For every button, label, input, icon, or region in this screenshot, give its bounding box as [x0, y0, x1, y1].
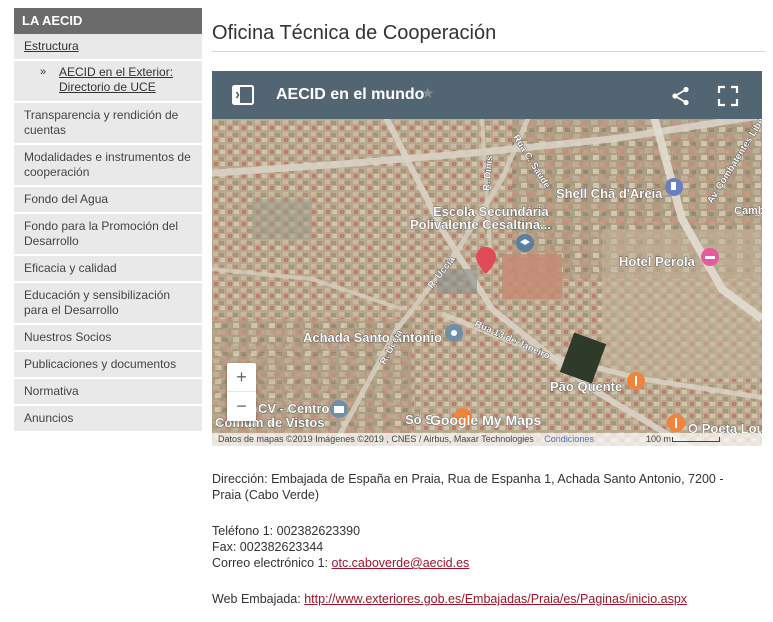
address-label: Dirección:	[212, 472, 268, 486]
sidebar-item-aecid-exterior[interactable]: » AECID en el Exterior: Directorio de UC…	[14, 61, 202, 103]
sidebar-item-publicaciones[interactable]: Publicaciones y documentos	[14, 352, 202, 379]
map-label-escola: Polivalente Cesaltina...	[410, 217, 551, 232]
sidebar-item-label: AECID en el Exterior: Directorio de UCE	[59, 65, 174, 94]
attribution-text: Datos de mapas ©2019 Imágenes ©2019 , CN…	[218, 434, 534, 444]
map-label-pao-quente: Pão Quente	[550, 379, 622, 394]
zoom-out-button[interactable]: −	[227, 392, 256, 421]
sidebar-header: LA AECID	[14, 8, 202, 34]
title-divider	[212, 51, 765, 52]
conditions-link[interactable]: Condiciones	[544, 434, 594, 444]
scale-bar	[672, 437, 720, 442]
map-legend-icon[interactable]	[231, 84, 255, 106]
map-label-achada: Achada Santo Antonio	[303, 330, 442, 345]
phone-block: Teléfono 1: 002382623390 Fax: 0023826233…	[212, 523, 469, 571]
sidebar-item-fondo-agua[interactable]: Fondo del Agua	[14, 187, 202, 214]
email-line: Correo electrónico 1: otc.caboverde@aeci…	[212, 555, 469, 571]
address-value: Embajada de España en Praia, Rua de Espa…	[271, 472, 724, 486]
star-icon[interactable]: ★	[421, 84, 434, 102]
map-label-cv-centro: CV - Centro	[258, 401, 330, 416]
fax-label: Fax:	[212, 540, 237, 554]
sidebar-item-educacion[interactable]: Educación y sensibilización para el Desa…	[14, 283, 202, 325]
address-line-2: Praia (Cabo Verde)	[212, 488, 320, 502]
sidebar-item-transparencia[interactable]: Transparencia y rendición de cuentas	[14, 103, 202, 145]
share-icon[interactable]	[670, 85, 692, 107]
address-line: Dirección: Embajada de España en Praia, …	[212, 471, 723, 487]
map-attribution: Datos de mapas ©2019 Imágenes ©2019 , CN…	[212, 433, 762, 446]
map-header-bar: AECID en el mundo ★	[212, 71, 762, 119]
google-my-maps-logo: Google My Maps	[430, 412, 541, 428]
phone-label: Teléfono 1:	[212, 524, 274, 538]
zoom-controls: + −	[227, 363, 256, 421]
sidebar-item-anuncios[interactable]: Anuncios	[14, 406, 202, 433]
sidebar-list: Estructura » AECID en el Exterior: Direc…	[14, 34, 202, 433]
phone-value: 002382623390	[276, 524, 361, 538]
chevron-right-icon: »	[40, 66, 47, 78]
map-title: AECID en el mundo	[276, 86, 425, 103]
web-block: Web Embajada: http://www.exteriores.gob.…	[212, 591, 687, 607]
map-label-camb: Camb	[734, 205, 762, 217]
map-label-shell: Shell Chã d'Areia	[556, 186, 663, 201]
email-link[interactable]: otc.caboverde@aecid.es	[332, 556, 470, 570]
satellite-map[interactable]: Shell Chã d'Areia Escola Secundária Poli…	[212, 119, 762, 446]
map-label-hotel: Hotel Perola	[619, 254, 696, 269]
phone-line: Teléfono 1: 002382623390	[212, 523, 469, 539]
sidebar-item-fondo-promocion[interactable]: Fondo para la Promoción del Desarrollo	[14, 214, 202, 256]
email-label: Correo electrónico 1:	[212, 556, 329, 570]
fax-line: Fax: 002382623344	[212, 539, 469, 555]
page-title: Oficina Técnica de Cooperación	[212, 22, 497, 44]
scale-label: 100 m	[646, 434, 672, 444]
sidebar-item-eficacia[interactable]: Eficacia y calidad	[14, 256, 202, 283]
sidebar-item-normativa[interactable]: Normativa	[14, 379, 202, 406]
fax-value: 002382623344	[239, 540, 324, 554]
fullscreen-icon[interactable]	[717, 85, 739, 107]
sidebar-item-socios[interactable]: Nuestros Socios	[14, 325, 202, 352]
embassy-web-link[interactable]: http://www.exteriores.gob.es/Embajadas/P…	[304, 592, 687, 606]
sidebar-item-modalidades[interactable]: Modalidades e instrumentos de cooperació…	[14, 145, 202, 187]
sidebar-item-estructura[interactable]: Estructura	[14, 34, 202, 61]
web-label: Web Embajada:	[212, 592, 301, 606]
zoom-in-button[interactable]: +	[227, 363, 256, 392]
map-embed[interactable]: AECID en el mundo ★ Shell Chã d'Areia Es…	[212, 71, 762, 446]
address-block: Dirección: Embajada de España en Praia, …	[212, 471, 723, 503]
sidebar: LA AECID Estructura » AECID en el Exteri…	[14, 8, 202, 433]
